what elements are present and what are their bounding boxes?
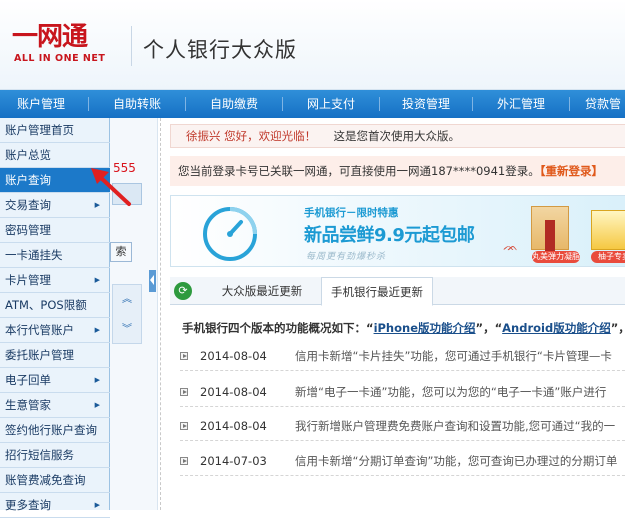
banner-headline: 新品尝鲜9.9元起包邮 xyxy=(304,225,475,246)
welcome-greeting: 徐振兴 您好，欢迎光临！ xyxy=(186,129,317,143)
overview-separator: ， xyxy=(483,321,495,335)
product-label: 柚子专卖 xyxy=(591,251,625,263)
nav-divider xyxy=(282,97,283,111)
overview-suffix: ， xyxy=(618,321,625,335)
wave-decoration-icon: ᨏ xyxy=(503,239,518,253)
news-text: 新增“电子一卡通”功能，您可以为您的“电子一卡通”账户进行 xyxy=(295,385,607,399)
stopwatch-icon xyxy=(203,207,257,261)
menu-item-fee-waiver-query[interactable]: 账管费减免查询 xyxy=(0,468,110,493)
main-nav: 账户管理 自助转账 自助缴费 网上支付 投资管理 外汇管理 贷款管 xyxy=(0,90,625,118)
submenu-arrow-icon: ▶ xyxy=(94,501,100,509)
menu-item-atm-pos-limit[interactable]: ATM、POS限额 xyxy=(0,293,110,318)
news-item[interactable]: 2014-08-04 信用卡新增“卡片挂失”功能，您可通过手机银行“卡片管理—卡 xyxy=(180,341,625,371)
menu-item-entrusted-account[interactable]: 委托账户管理 xyxy=(0,343,110,368)
collapse-panel-button[interactable] xyxy=(149,270,156,292)
news-item[interactable]: 2014-08-04 我行新增账户管理费免费账户查询和设置功能,您可通过“我的一 xyxy=(180,411,625,441)
header: 一网通 ALL IN ONE NET 个人银行大众版 xyxy=(0,0,625,90)
promo-banner[interactable]: 手机银行－限时特惠 新品尝鲜9.9元起包邮 每周更有劲爆秒杀 ᨏ 丸美弹力凝脂 … xyxy=(170,195,625,267)
logo[interactable]: 一网通 ALL IN ONE NET xyxy=(12,22,122,68)
news-date: 2014-08-04 xyxy=(200,349,267,363)
news-date: 2014-08-04 xyxy=(200,385,267,399)
nav-item-account[interactable]: 账户管理 xyxy=(0,90,82,118)
submenu-arrow-icon: ▶ xyxy=(94,401,100,409)
nav-item-invest[interactable]: 投资管理 xyxy=(386,90,466,118)
tab-mobile-updates[interactable]: 手机银行最近更新 xyxy=(321,277,433,306)
nav-item-payment[interactable]: 自助缴费 xyxy=(192,90,276,118)
nav-divider xyxy=(185,97,186,111)
news-date: 2014-07-03 xyxy=(200,454,267,468)
menu-item-sms-service[interactable]: 招行短信服务 xyxy=(0,443,110,468)
product-jar-image xyxy=(591,210,625,250)
news-text: 信用卡新增“卡片挂失”功能，您可通过手机银行“卡片管理—卡 xyxy=(295,349,612,363)
news-item[interactable]: 2014-08-04 新增“电子一卡通”功能，您可以为您的“电子一卡通”账户进行 xyxy=(180,377,625,407)
menu-item-other-bank-query[interactable]: 签约他行账户查询 xyxy=(0,418,110,443)
submenu-arrow-icon: ▶ xyxy=(94,376,100,384)
logo-divider xyxy=(131,26,132,66)
banner-subtitle: 手机银行－限时特惠 xyxy=(304,207,399,219)
news-text: 我行新增账户管理费免费账户查询和设置功能,您可通过“我的一 xyxy=(295,419,616,433)
bullet-icon xyxy=(180,457,188,465)
app-title: 个人银行大众版 xyxy=(143,38,297,62)
logo-subtext: ALL IN ONE NET xyxy=(14,53,106,64)
nav-divider xyxy=(569,97,570,111)
menu-item-password[interactable]: 密码管理 xyxy=(0,218,110,243)
scroll-up-icon[interactable]: ︽ xyxy=(122,290,132,305)
iphone-feature-link[interactable]: iPhone版功能介绍 xyxy=(374,321,476,335)
news-text: 信用卡新增“分期订单查询”功能，您可查询已办理过的分期订单 xyxy=(295,454,618,468)
menu-item-e-receipt[interactable]: 电子回单 ▶ xyxy=(0,368,110,393)
android-feature-link[interactable]: Android版功能介绍 xyxy=(502,321,611,335)
annotation-arrow-icon xyxy=(91,168,131,206)
banner-tagline: 每周更有劲爆秒杀 xyxy=(306,252,387,262)
menu-item-more-query[interactable]: 更多查询 ▶ xyxy=(0,493,110,518)
login-info-bar: 您当前登录卡号已关联一网通，可直接使用一网通187****0941登录。【重新登… xyxy=(170,156,625,186)
welcome-bar: 徐振兴 您好，欢迎光临！ 这是您首次使用大众版。 xyxy=(170,124,625,148)
nav-divider xyxy=(472,97,473,111)
submenu-arrow-icon: ▶ xyxy=(94,326,100,334)
news-item[interactable]: 2014-07-03 信用卡新增“分期订单查询”功能，您可查询已办理过的分期订单 xyxy=(180,446,625,476)
collapse-arrow-icon xyxy=(150,275,154,285)
nav-item-forex[interactable]: 外汇管理 xyxy=(479,90,563,118)
bullet-icon xyxy=(180,422,188,430)
news-date: 2014-08-04 xyxy=(200,419,267,433)
tab-public-updates[interactable]: 大众版最近更新 xyxy=(207,277,317,305)
menu-item-card-manage[interactable]: 卡片管理 ▶ xyxy=(0,268,110,293)
nav-item-transfer[interactable]: 自助转账 xyxy=(95,90,179,118)
nav-item-online-pay[interactable]: 网上支付 xyxy=(289,90,373,118)
menu-item-card-loss[interactable]: 一卡通挂失 xyxy=(0,243,110,268)
menu-item-custody-account[interactable]: 本行代管账户 ▶ xyxy=(0,318,110,343)
feature-overview: 手机银行四个版本的功能概况如下：“iPhone版功能介绍”，“Android版功… xyxy=(182,320,625,336)
relogin-link[interactable]: 【重新登录】 xyxy=(540,164,603,178)
nav-divider xyxy=(88,97,89,111)
divider xyxy=(160,118,161,510)
refresh-icon[interactable]: ⟳ xyxy=(174,282,192,300)
login-info-text: 您当前登录卡号已关联一网通，可直接使用一网通187****0941登录。 xyxy=(178,164,540,178)
overview-text: 手机银行四个版本的功能概况如下： xyxy=(182,321,366,335)
menu-item-business-manager[interactable]: 生意管家 ▶ xyxy=(0,393,110,418)
product-label: 丸美弹力凝脂 xyxy=(532,251,580,263)
menu-item-account-home[interactable]: 账户管理首页 xyxy=(0,118,110,143)
nav-divider xyxy=(379,97,380,111)
bullet-icon xyxy=(180,352,188,360)
search-button[interactable]: 索 xyxy=(110,242,132,262)
nav-item-loan[interactable]: 贷款管 xyxy=(585,90,625,118)
logo-text: 一网通 xyxy=(12,22,88,52)
submenu-arrow-icon: ▶ xyxy=(94,276,100,284)
bullet-icon xyxy=(180,388,188,396)
scroll-down-icon[interactable]: ︾ xyxy=(122,320,132,335)
product-bottle-image xyxy=(545,220,555,254)
welcome-message: 这是您首次使用大众版。 xyxy=(333,129,460,143)
